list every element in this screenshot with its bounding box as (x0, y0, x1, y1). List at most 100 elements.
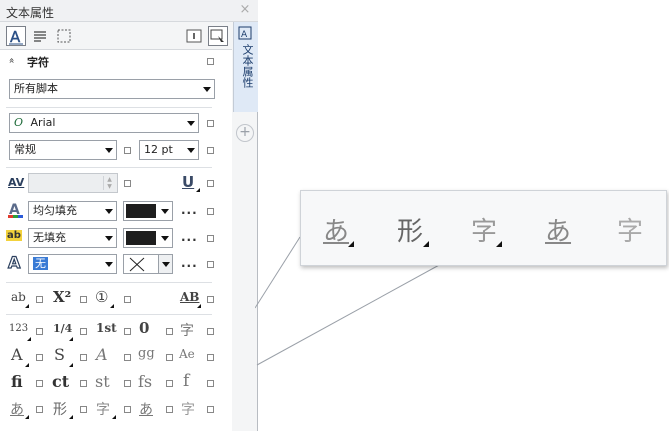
svg-text:A: A (8, 253, 21, 271)
collapse-icon[interactable]: » (7, 57, 18, 63)
underline-icon[interactable]: U (182, 173, 194, 191)
stylistic-set-icon[interactable]: S (54, 345, 65, 364)
standard-ligature-icon[interactable]: fi (11, 372, 23, 391)
style-options-box[interactable] (124, 147, 131, 154)
panel-toolbar: A (0, 22, 232, 50)
enclosed-numeral-icon[interactable]: ① (95, 288, 108, 306)
glyph-option-box[interactable] (166, 354, 173, 361)
flyout-corner-icon (423, 241, 429, 247)
chevron-down-icon (105, 209, 113, 214)
fill-type-dropdown[interactable]: 均匀填充 (28, 201, 117, 221)
all-caps-icon[interactable]: AB (180, 290, 199, 304)
flyout-corner-icon (25, 363, 29, 367)
add-panel-button[interactable]: + (236, 124, 254, 142)
spinner-arrows-icon: ▲ ▼ (103, 176, 115, 190)
glyph-option-box[interactable] (36, 380, 43, 387)
numerals-icon[interactable]: 123 (9, 323, 28, 334)
character-tab-icon[interactable]: A (6, 26, 26, 46)
subscript-ab-icon[interactable]: ab (11, 290, 26, 304)
frame-tab-icon[interactable] (54, 26, 74, 46)
ligature-ae-icon[interactable]: Ae (179, 347, 195, 361)
size-options-box[interactable] (207, 147, 214, 154)
script-dropdown[interactable]: 所有脚本 (9, 79, 215, 99)
background-fill-value: 无填充 (33, 231, 66, 244)
style-dropdown[interactable]: 常规 (9, 140, 117, 160)
glyph-option-box[interactable] (36, 406, 43, 413)
ruby-kana-icon[interactable]: あ (139, 399, 153, 419)
glyph-option-box[interactable] (207, 380, 214, 387)
kerning-options-box[interactable] (124, 180, 131, 187)
glyph-option-box[interactable] (207, 328, 214, 335)
outline-color-picker[interactable] (123, 254, 173, 274)
glyph-option-box[interactable] (124, 380, 131, 387)
discretionary-ligature-icon[interactable]: ct (52, 372, 69, 391)
paragraph-tab-icon[interactable] (30, 26, 50, 46)
background-color-picker[interactable] (123, 228, 173, 248)
swash-icon[interactable]: A (96, 345, 108, 364)
text-frame-icon[interactable] (184, 26, 204, 46)
glyph-option-box[interactable] (80, 406, 87, 413)
glyph-option-box[interactable] (207, 296, 214, 303)
superscript-icon[interactable]: X² (53, 288, 71, 306)
glyph-option-box[interactable] (36, 354, 43, 361)
glyph-option-box[interactable] (80, 380, 87, 387)
background-options-box[interactable] (207, 235, 214, 242)
flyout-corner-icon (69, 415, 73, 419)
close-button[interactable]: × (238, 3, 252, 17)
fill-options-box[interactable] (207, 208, 214, 215)
stylistic-caps-icon[interactable]: A (11, 345, 23, 364)
settings-icon[interactable] (208, 26, 228, 46)
glyph-option-box[interactable] (124, 406, 131, 413)
glyph-option-box[interactable] (80, 296, 87, 303)
chevron-down-icon (187, 121, 195, 126)
background-settings-button[interactable]: ... (181, 230, 198, 244)
outline-settings-button[interactable]: ... (181, 256, 198, 270)
fill-settings-button[interactable]: ... (181, 203, 198, 217)
fraction-icon[interactable]: 1/4 (53, 322, 72, 335)
glyph-option-box[interactable] (36, 296, 43, 303)
flyout-corner-icon (27, 337, 31, 341)
alternate-width-icon[interactable]: 字 (181, 399, 195, 419)
glyph-option-box[interactable] (207, 406, 214, 413)
historical-forms-icon[interactable]: fs (138, 372, 152, 391)
ordinal-icon[interactable]: 1st (96, 321, 117, 335)
glyph-option-box[interactable] (80, 328, 87, 335)
glyph-option-box[interactable] (207, 354, 214, 361)
glyph-form-icon[interactable]: 形 (53, 399, 67, 419)
glyph-option-box[interactable] (166, 406, 173, 413)
section-options-box[interactable] (207, 58, 214, 65)
glyph-option-box[interactable] (124, 354, 131, 361)
kana-form-icon[interactable]: あ (10, 399, 24, 419)
glyph-option-box[interactable] (166, 328, 173, 335)
outline-options-box[interactable] (207, 261, 214, 268)
flyout-corner-icon (25, 304, 29, 308)
long-s-icon[interactable]: f (183, 371, 189, 391)
historical-ligature-icon[interactable]: st (95, 372, 110, 391)
fill-color-picker[interactable] (123, 201, 173, 221)
font-dropdown[interactable]: O Arial (9, 113, 199, 133)
glyph-option-box[interactable] (124, 296, 131, 303)
ornament-icon[interactable]: 字 (180, 320, 194, 340)
flyout-corner-icon (25, 415, 29, 419)
chevron-down-icon (187, 148, 195, 153)
glyph-option-box[interactable] (166, 380, 173, 387)
zoom-ruby-kana-icon: あ (545, 217, 572, 247)
size-value: 12 pt (144, 143, 173, 156)
no-color-icon (129, 257, 145, 272)
text-tab-icon: A (238, 26, 252, 40)
background-color-swatch (126, 231, 156, 245)
contextual-alternates-icon[interactable]: gg (138, 346, 155, 361)
glyph-option-box[interactable] (80, 354, 87, 361)
slashed-zero-icon[interactable]: 0 (139, 319, 149, 337)
fill-type-value: 均匀填充 (33, 204, 77, 217)
vertical-forms-icon[interactable]: 字 (96, 399, 110, 419)
divider (6, 167, 212, 168)
underline-options-box[interactable] (207, 180, 214, 187)
chevron-down-icon (105, 236, 113, 241)
glyph-option-box[interactable] (124, 328, 131, 335)
glyph-option-box[interactable] (36, 328, 43, 335)
size-dropdown[interactable]: 12 pt (139, 140, 199, 160)
outline-width-dropdown[interactable]: 无 (28, 254, 117, 274)
font-options-box[interactable] (207, 120, 214, 127)
background-fill-dropdown[interactable]: 无填充 (28, 228, 117, 248)
